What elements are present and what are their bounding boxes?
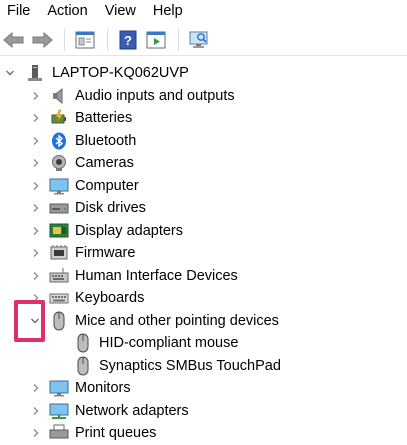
- properties-icon[interactable]: [73, 28, 97, 52]
- tree-item-cameras[interactable]: Cameras: [0, 152, 407, 175]
- svg-text:?: ?: [124, 33, 132, 48]
- tree-item-monitors[interactable]: Monitors: [0, 377, 407, 400]
- chevron-right-icon[interactable]: [30, 90, 42, 102]
- tree-item-mice[interactable]: Mice and other pointing devices: [0, 310, 407, 333]
- chevron-right-icon[interactable]: [30, 112, 42, 124]
- tree-item-firmware[interactable]: Firmware: [0, 242, 407, 265]
- tree-item-keyboards[interactable]: Keyboards: [0, 287, 407, 310]
- tree-root[interactable]: LAPTOP-KQ062UVP: [0, 62, 407, 85]
- tree-item-batteries[interactable]: Batteries: [0, 107, 407, 130]
- tree-item-label: Computer: [75, 177, 139, 194]
- run-icon[interactable]: [144, 28, 168, 52]
- tree-item-label: Bluetooth: [75, 132, 137, 149]
- network-adapter-icon: [49, 401, 69, 421]
- tree-root-label: LAPTOP-KQ062UVP: [52, 65, 189, 82]
- monitor-icon: [49, 378, 69, 398]
- chevron-right-icon[interactable]: [30, 405, 42, 417]
- chevron-right-icon[interactable]: [30, 225, 42, 237]
- tree-item-computer[interactable]: Computer: [0, 175, 407, 198]
- tree-item-label: Monitors: [75, 380, 131, 397]
- menu-file[interactable]: File: [0, 1, 39, 21]
- highlight-box: [14, 300, 45, 342]
- forward-arrow-icon[interactable]: [30, 28, 54, 52]
- menu-view[interactable]: View: [97, 1, 145, 21]
- tree-item-label: Print queues: [75, 425, 157, 442]
- back-arrow-icon[interactable]: [2, 28, 26, 52]
- tree-item-label: Cameras: [75, 155, 134, 172]
- mouse-icon: [49, 311, 69, 331]
- computer-tower-icon: [25, 63, 45, 83]
- firmware-chip-icon: [49, 243, 69, 263]
- scan-hardware-icon[interactable]: [187, 28, 211, 52]
- tree-child-label: HID-compliant mouse: [99, 335, 239, 352]
- chevron-right-icon[interactable]: [30, 427, 42, 439]
- tree-item-disk-drives[interactable]: Disk drives: [0, 197, 407, 220]
- menu-help[interactable]: Help: [145, 1, 192, 21]
- speaker-icon: [49, 86, 69, 106]
- tree-child-touchpad[interactable]: Synaptics SMBus TouchPad: [0, 355, 407, 378]
- mouse-icon: [73, 356, 93, 376]
- menu-bar: File Action View Help: [0, 0, 407, 22]
- tree-item-label: Keyboards: [75, 290, 145, 307]
- chevron-right-icon[interactable]: [30, 270, 42, 282]
- help-icon[interactable]: ?: [116, 28, 140, 52]
- tree-item-label: Batteries: [75, 110, 133, 127]
- toolbar-divider: [64, 28, 65, 51]
- chevron-down-icon[interactable]: [4, 67, 16, 79]
- tree-item-print-queues[interactable]: Print queues: [0, 422, 407, 445]
- device-tree: LAPTOP-KQ062UVP Audio inputs and outputs…: [0, 62, 407, 445]
- keyboard-icon: [49, 288, 69, 308]
- tree-item-bluetooth[interactable]: Bluetooth: [0, 130, 407, 153]
- toolbar: ?: [0, 24, 407, 56]
- chevron-right-icon[interactable]: [30, 180, 42, 192]
- chevron-right-icon[interactable]: [30, 382, 42, 394]
- monitor-icon: [49, 176, 69, 196]
- tree-item-network-adapters[interactable]: Network adapters: [0, 400, 407, 423]
- hid-device-icon: [49, 266, 69, 286]
- battery-icon: [49, 108, 69, 128]
- tree-item-hid[interactable]: Human Interface Devices: [0, 265, 407, 288]
- printer-icon: [49, 423, 69, 443]
- tree-item-label: Disk drives: [75, 200, 146, 217]
- chevron-right-icon[interactable]: [30, 135, 42, 147]
- menu-action[interactable]: Action: [39, 1, 96, 21]
- tree-item-display-adapters[interactable]: Display adapters: [0, 220, 407, 243]
- toolbar-divider: [107, 28, 108, 51]
- tree-child-hid-mouse[interactable]: HID-compliant mouse: [0, 332, 407, 355]
- display-adapter-icon: [49, 221, 69, 241]
- tree-item-label: Human Interface Devices: [75, 267, 238, 284]
- tree-item-label: Network adapters: [75, 402, 189, 419]
- toolbar-divider: [178, 28, 179, 51]
- tree-item-label: Display adapters: [75, 222, 183, 239]
- tree-item-audio[interactable]: Audio inputs and outputs: [0, 85, 407, 108]
- mouse-icon: [73, 333, 93, 353]
- disk-drive-icon: [49, 198, 69, 218]
- chevron-right-icon[interactable]: [30, 247, 42, 259]
- webcam-icon: [49, 153, 69, 173]
- tree-item-label: Mice and other pointing devices: [75, 312, 279, 329]
- tree-item-label: Audio inputs and outputs: [75, 87, 235, 104]
- tree-item-label: Firmware: [75, 245, 136, 262]
- tree-child-label: Synaptics SMBus TouchPad: [99, 357, 281, 374]
- chevron-right-icon[interactable]: [30, 202, 42, 214]
- bluetooth-icon: [49, 131, 69, 151]
- chevron-right-icon[interactable]: [30, 157, 42, 169]
